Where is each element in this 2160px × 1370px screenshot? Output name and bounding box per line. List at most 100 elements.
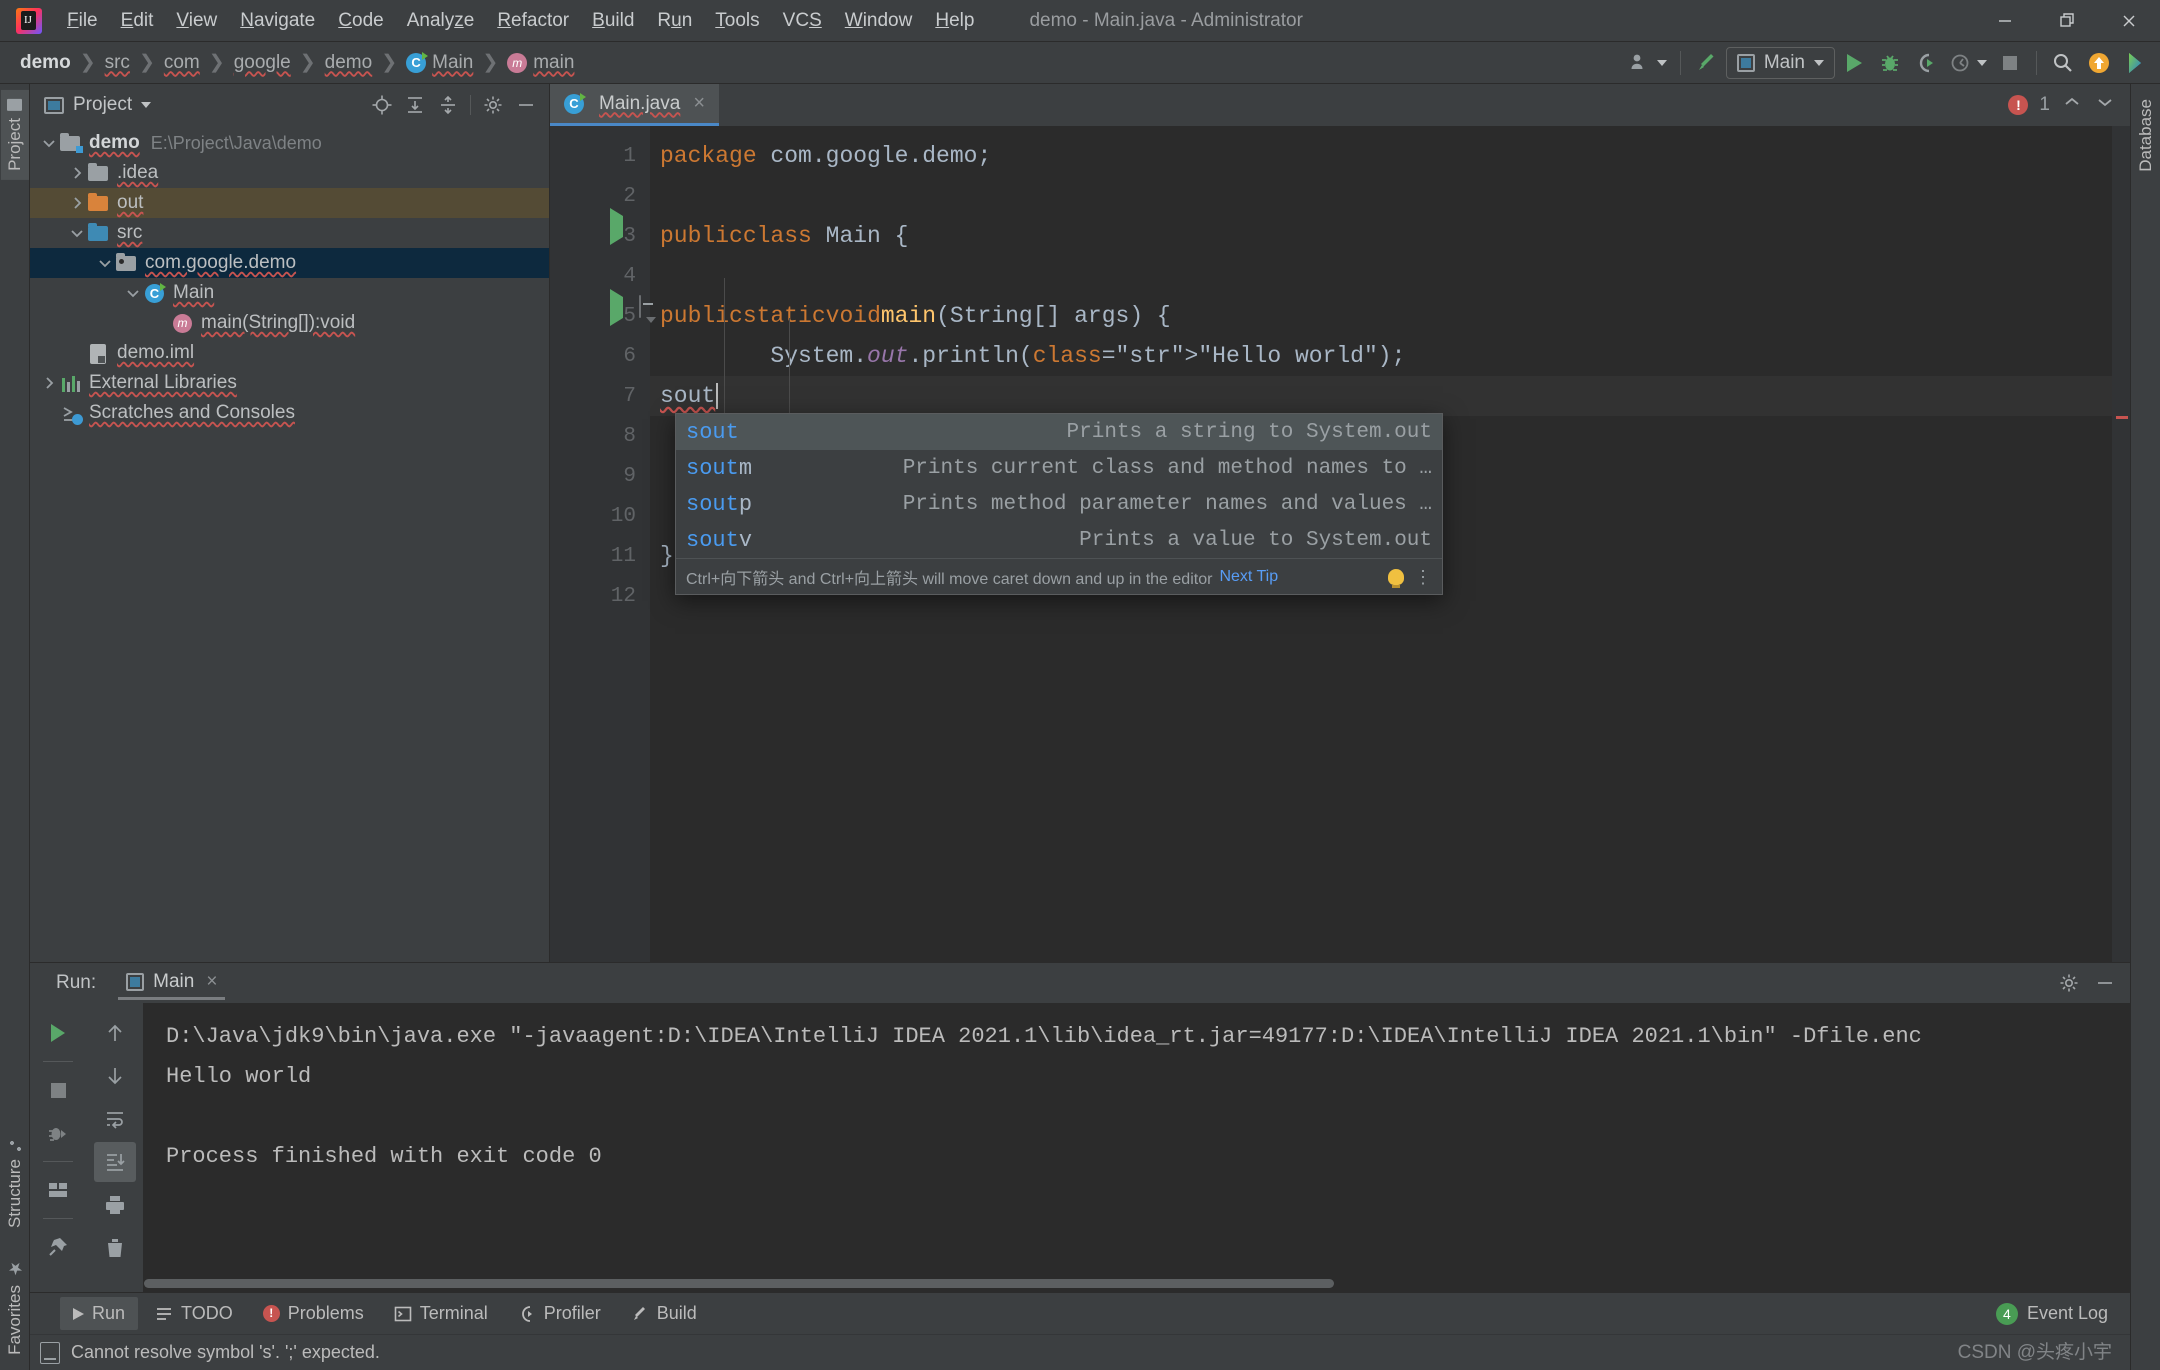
breadcrumb-item-src[interactable]: src [101, 50, 134, 76]
menu-item-refactor[interactable]: Refactor [486, 5, 580, 37]
next-tip-link[interactable]: Next Tip [1219, 568, 1278, 586]
search-everywhere-icon[interactable] [2046, 46, 2080, 80]
sidebar-item-database[interactable]: Database [2132, 90, 2160, 181]
up-arrow-icon[interactable] [94, 1013, 136, 1053]
tree-item--idea[interactable]: .idea [30, 158, 549, 188]
pin-tab-icon[interactable] [37, 1227, 79, 1267]
sidebar-item-structure[interactable]: Structure [1, 1131, 29, 1237]
tree-item-demo[interactable]: demoE:\Project\Java\demo [30, 128, 549, 158]
clear-all-icon[interactable] [94, 1228, 136, 1268]
chevron-down-icon[interactable] [94, 254, 116, 272]
bottom-tab-run[interactable]: Run [60, 1297, 138, 1330]
layout-icon[interactable] [37, 1170, 79, 1210]
fold-region-icon[interactable] [639, 295, 641, 318]
rerun-failed-tests-icon[interactable] [37, 1113, 79, 1153]
build-hammer-icon[interactable] [1690, 46, 1724, 80]
tree-item-main-string----void[interactable]: mmain(String[]):void [30, 308, 549, 338]
down-arrow-icon[interactable] [94, 1056, 136, 1096]
autocomplete-item-soutm[interactable]: soutmPrints current class and method nam… [676, 450, 1442, 486]
breadcrumb-item-demo[interactable]: demo [321, 50, 377, 76]
tree-item-main[interactable]: CMain [30, 278, 549, 308]
chevron-down-icon[interactable] [122, 284, 144, 302]
menu-item-vcs[interactable]: VCS [772, 5, 833, 37]
code-line[interactable]: public class Main { [650, 216, 2130, 256]
breadcrumb-item-main[interactable]: main [503, 50, 578, 76]
code-line[interactable]: System.out.println(class="str">"Hello wo… [650, 336, 2130, 376]
next-problem-icon[interactable] [2094, 91, 2116, 119]
chevron-right-icon[interactable] [38, 374, 60, 392]
tree-item-scratches-and-consoles[interactable]: Scratches and Consoles [30, 398, 549, 428]
stop-icon[interactable] [1993, 46, 2027, 80]
autocomplete-item-sout[interactable]: soutPrints a string to System.out [676, 414, 1442, 450]
bottom-tab-profiler[interactable]: Profiler [505, 1297, 614, 1330]
menu-item-window[interactable]: Window [834, 5, 924, 37]
sidebar-item-favorites[interactable]: Favorites ★ [1, 1249, 29, 1364]
ide-extra-icon[interactable] [2118, 46, 2152, 80]
menu-item-code[interactable]: Code [327, 5, 394, 37]
code-line[interactable] [650, 256, 2130, 296]
breadcrumb-item-main[interactable]: Main [402, 50, 477, 76]
project-panel-title[interactable]: Project [44, 94, 151, 116]
previous-problem-icon[interactable] [2061, 91, 2083, 119]
settings-gear-icon[interactable] [2054, 968, 2084, 998]
lightbulb-icon[interactable] [1388, 569, 1404, 585]
code-line[interactable]: public static void main(String[] args) { [650, 296, 2130, 336]
run-with-coverage-icon[interactable] [1909, 46, 1943, 80]
soft-wrap-icon[interactable] [94, 1099, 136, 1139]
console-horizontal-scrollbar[interactable] [144, 1279, 2130, 1288]
code-line[interactable]: package com.google.demo; [650, 136, 2130, 176]
code-line[interactable] [650, 176, 2130, 216]
autocomplete-item-soutv[interactable]: soutvPrints a value to System.out [676, 522, 1442, 558]
run-class-gutter-icon[interactable] [610, 208, 623, 245]
menu-item-edit[interactable]: Edit [110, 5, 165, 37]
close-button[interactable] [2098, 0, 2160, 42]
menu-item-build[interactable]: Build [581, 5, 645, 37]
run-icon[interactable] [1837, 46, 1871, 80]
hide-icon[interactable] [511, 90, 541, 120]
debug-bug-icon[interactable] [1873, 46, 1907, 80]
console-output[interactable]: D:\Java\jdk9\bin\java.exe "-javaagent:D:… [144, 1003, 2130, 1292]
profiler-icon[interactable] [1945, 46, 1991, 80]
rerun-icon[interactable] [37, 1013, 79, 1053]
project-tree[interactable]: demoE:\Project\Java\demo.ideaoutsrccom.g… [30, 126, 549, 962]
scroll-to-end-icon[interactable] [94, 1142, 136, 1182]
menu-item-file[interactable]: File [56, 5, 109, 37]
run-configuration-selector[interactable]: Main [1726, 47, 1835, 79]
tree-item-external-libraries[interactable]: External Libraries [30, 368, 549, 398]
autocomplete-item-soutp[interactable]: soutpPrints method parameter names and v… [676, 486, 1442, 522]
bottom-tab-problems[interactable]: !Problems [250, 1297, 377, 1330]
menu-item-analyze[interactable]: Analyze [396, 5, 486, 37]
tree-item-src[interactable]: src [30, 218, 549, 248]
close-run-tab-icon[interactable]: × [206, 971, 217, 993]
expand-all-icon[interactable] [400, 90, 430, 120]
autocomplete-popup[interactable]: soutPrints a string to System.outsoutmPr… [675, 413, 1443, 595]
restore-button[interactable] [2036, 0, 2098, 42]
update-project-icon[interactable] [2082, 46, 2116, 80]
more-options-icon[interactable]: ⋮ [1414, 571, 1432, 583]
bottom-tab-terminal[interactable]: Terminal [381, 1297, 501, 1330]
sidebar-item-project[interactable]: Project [1, 90, 29, 180]
breadcrumb-item-google[interactable]: google [230, 50, 295, 76]
event-log-button[interactable]: 4 Event Log [1996, 1303, 2130, 1325]
collapse-all-icon[interactable] [433, 90, 463, 120]
editor-gutter[interactable]: 123456789101112 [550, 126, 650, 962]
chevron-down-icon[interactable] [38, 134, 60, 152]
menu-item-run[interactable]: Run [646, 5, 703, 37]
locate-icon[interactable] [367, 90, 397, 120]
tree-item-demo-iml[interactable]: demo.iml [30, 338, 549, 368]
close-tab-icon[interactable]: × [693, 92, 705, 115]
tab-main-java[interactable]: Main.java × [550, 84, 719, 126]
tree-item-com-google-demo[interactable]: com.google.demo [30, 248, 549, 278]
settings-gear-icon[interactable] [478, 90, 508, 120]
menu-item-view[interactable]: View [165, 5, 228, 37]
user-icon[interactable] [1624, 46, 1671, 80]
menu-item-help[interactable]: Help [924, 5, 985, 37]
breadcrumb-item-com[interactable]: com [160, 50, 204, 76]
minimize-button[interactable] [1974, 0, 2036, 42]
menu-item-tools[interactable]: Tools [704, 5, 770, 37]
tree-item-out[interactable]: out [30, 188, 549, 218]
breadcrumb-item-demo[interactable]: demo [16, 50, 75, 76]
menu-item-navigate[interactable]: Navigate [229, 5, 326, 37]
error-stripe[interactable] [2112, 126, 2130, 962]
chevron-right-icon[interactable] [66, 164, 88, 182]
